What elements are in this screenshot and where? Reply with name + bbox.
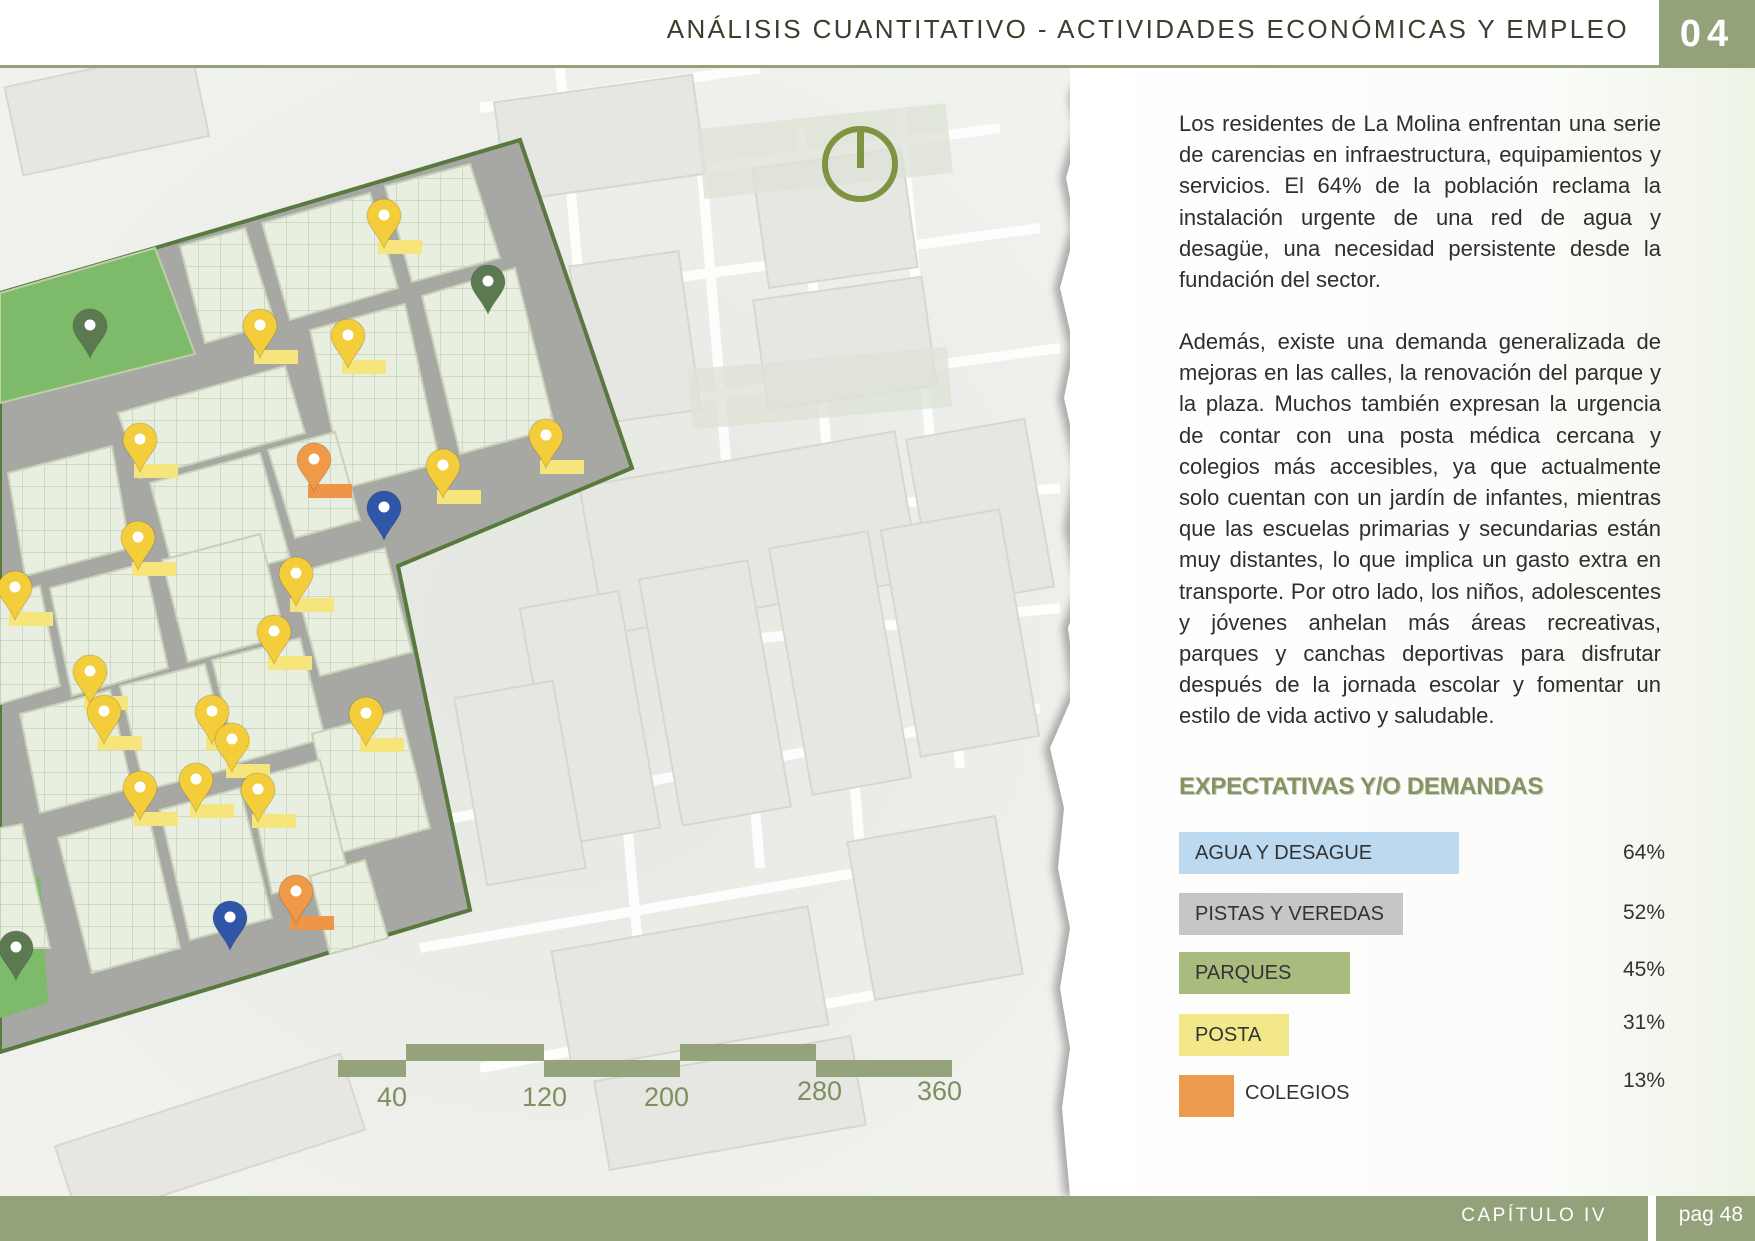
page-number: pag 48: [1678, 1203, 1743, 1226]
map-pin-dot: [206, 705, 218, 717]
site-map: [0, 68, 1120, 1196]
map-pin-dot: [342, 329, 354, 341]
map-pin-dot: [84, 319, 96, 331]
demand-percent: 31%: [1622, 1011, 1665, 1034]
page-header: ANÁLISIS CUANTITATIVO - ACTIVIDADES ECON…: [0, 0, 1755, 68]
demand-bar-agua: AGUA Y DESAGUE: [1179, 832, 1459, 874]
map-pin-dot: [226, 733, 238, 745]
demand-label: COLEGIOS: [1245, 1082, 1350, 1104]
demand-percent: 52%: [1622, 901, 1665, 924]
map-pin-dot: [378, 209, 390, 221]
map-pin-dot: [134, 433, 146, 445]
map-pin-dot: [10, 941, 22, 953]
map-pin-dot: [84, 665, 96, 677]
intro-paragraph: Los residentes de La Molina enfrentan un…: [1179, 111, 1661, 293]
map-pin-dot: [254, 319, 266, 331]
map-pin-dot: [268, 625, 280, 637]
map-pin-dot: [98, 705, 110, 717]
scale-label: 200: [644, 1082, 690, 1112]
demand-bar-posta: POSTA: [1179, 1014, 1289, 1056]
north-arrow-icon: [822, 126, 898, 202]
demand-label: PISTAS Y VEREDAS: [1195, 902, 1384, 925]
scale-label: 40: [377, 1082, 408, 1112]
map-pin-dot: [437, 459, 449, 471]
map-pin-dot: [290, 567, 302, 579]
demand-percent: 13%: [1622, 1069, 1665, 1092]
scale-label: 360: [917, 1076, 963, 1106]
demand-label: AGUA Y DESAGUE: [1195, 841, 1373, 864]
page-title: ANÁLISIS CUANTITATIVO - ACTIVIDADES ECON…: [666, 14, 1629, 44]
footer-chapter: CAPÍTULO IV: [1461, 1205, 1607, 1226]
map-pin-dot: [290, 885, 302, 897]
map-drawing: [0, 68, 1120, 1196]
chapter-number: 04: [1659, 0, 1755, 68]
demands-title: EXPECTATIVAS Y/O DEMANDAS: [1179, 773, 1544, 800]
map-pin-dot: [134, 781, 146, 793]
demand-bar-colegios: [1179, 1075, 1234, 1117]
footer-separator: [1648, 1196, 1656, 1241]
map-pin-dot: [482, 275, 494, 287]
demand-percent: 45%: [1622, 958, 1665, 981]
map-pin-dot: [540, 429, 552, 441]
demand-label: PARQUES: [1195, 961, 1292, 984]
demand-label: POSTA: [1195, 1023, 1262, 1046]
demand-bar-pistas: PISTAS Y VEREDAS: [1179, 893, 1403, 935]
map-pin-dot: [190, 773, 202, 785]
map-pin-dot: [224, 911, 236, 923]
map-pin-dot: [132, 531, 144, 543]
map-pin-dot: [378, 501, 390, 513]
map-pin-dot: [252, 783, 264, 795]
demand-percent: 64%: [1622, 841, 1665, 864]
map-pin-dot: [360, 707, 372, 719]
map-pin-dot: [9, 581, 21, 593]
scale-label: 120: [522, 1082, 568, 1112]
scale-label: 280: [797, 1076, 843, 1106]
demand-bar-parques: PARQUES: [1179, 952, 1350, 994]
demands-paragraph: Además, existe una demanda generalizada …: [1179, 329, 1661, 729]
map-pin-dot: [308, 453, 320, 465]
